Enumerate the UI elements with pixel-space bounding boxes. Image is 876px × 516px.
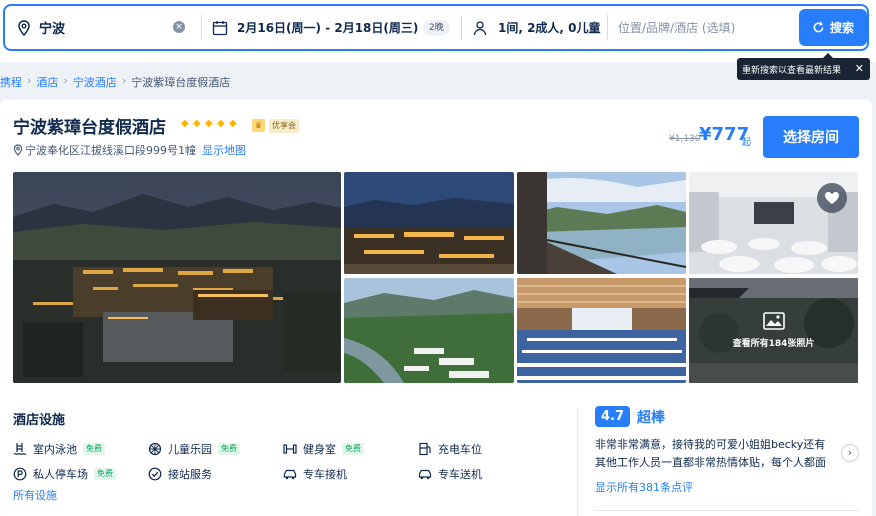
view-all-photos-label: 查看所有184张照片 (732, 339, 815, 349)
select-room-button[interactable]: 选择房间 (763, 116, 859, 158)
divider (607, 15, 608, 40)
facility-label: 健身室 (303, 443, 336, 456)
facility-item: 儿童乐园 免费 (148, 441, 240, 457)
divider (461, 15, 462, 40)
member-badge: 优享会 (269, 119, 299, 133)
member-icon: ♛ (252, 119, 265, 132)
all-facilities-link[interactable]: 所有设施 (13, 487, 57, 503)
facility-label: 专车送机 (438, 468, 482, 481)
facility-label: 儿童乐园 (168, 443, 212, 456)
check-circle-icon (148, 467, 162, 481)
facility-item: 充电车位 (418, 441, 482, 457)
search-bar: 宁波 × 2月16日(周一) - 2月18日(周三) 2晚 1间, 2成人, 0… (0, 0, 876, 62)
divider (595, 510, 859, 511)
breadcrumb-separator: › (121, 74, 127, 87)
nights-badge: 2晚 (423, 20, 450, 36)
search-box: 宁波 × 2月16日(周一) - 2月18日(周三) 2晚 1间, 2成人, 0… (3, 4, 869, 51)
ev-charging-icon (419, 442, 431, 456)
show-map-link[interactable]: 显示地图 (202, 142, 246, 158)
calendar-icon (212, 6, 228, 49)
gallery-photo[interactable] (344, 172, 514, 274)
diamond-rating: ◆ ◆ ◆ ◆ ◆ (181, 118, 240, 129)
heart-icon (825, 192, 839, 204)
facility-item: 接站服务 (148, 466, 212, 482)
dropoff-car-icon (418, 469, 432, 480)
free-tag: 免费 (218, 443, 240, 455)
diamond-icon: ◆ (229, 118, 237, 129)
facility-item: 健身室 免费 (283, 441, 364, 457)
review-score: 4.7 (595, 406, 630, 427)
breadcrumb: 携程 › 酒店 › 宁波酒店 › 宁波紫璋台度假酒店 (0, 74, 230, 90)
divider (577, 408, 578, 516)
keyword-input[interactable] (618, 16, 793, 40)
refresh-tooltip: 重新搜索以查看最新结果 ✕ (737, 53, 870, 80)
favorite-button[interactable] (817, 183, 847, 213)
free-tag: 免费 (83, 443, 105, 455)
gallery-main-photo[interactable] (13, 172, 341, 383)
refresh-icon (813, 21, 824, 33)
hotel-name: 宁波紫璋台度假酒店 (13, 118, 166, 138)
hotel-address: 宁波奉化区江拔线溪口段999号1幢 显示地图 (13, 142, 246, 158)
location-pin-icon (17, 6, 33, 49)
free-tag: 免费 (94, 468, 116, 480)
gallery-photo[interactable] (517, 278, 686, 383)
address-text: 宁波奉化区江拔线溪口段999号1幢 (25, 144, 196, 157)
guests-selector[interactable]: 1间, 2成人, 0儿童 (498, 6, 601, 49)
location-pin-icon (13, 144, 23, 156)
all-reviews-link[interactable]: 显示所有381条点评 (595, 479, 693, 495)
diamond-icon: ◆ (217, 118, 225, 129)
free-tag: 免费 (342, 443, 364, 455)
search-button[interactable]: 搜索 (799, 9, 867, 46)
close-icon[interactable]: ✕ (855, 62, 864, 75)
diamond-icon: ◆ (205, 118, 213, 129)
breadcrumb-current: 宁波紫璋台度假酒店 (131, 76, 231, 89)
facility-item: 室内泳池 免费 (13, 441, 105, 457)
parking-icon (13, 467, 27, 481)
breadcrumb-link-city-hotels[interactable]: 宁波酒店 (73, 74, 117, 90)
facility-label: 接站服务 (168, 468, 212, 481)
image-icon (762, 312, 785, 330)
view-all-photos-button[interactable]: 查看所有184张照片 (689, 278, 858, 383)
original-price: ¥1,130 (669, 134, 701, 144)
playground-icon (148, 442, 162, 456)
facility-label: 室内泳池 (33, 443, 77, 456)
breadcrumb-link-hotels[interactable]: 酒店 (36, 74, 58, 90)
city-input[interactable]: 宁波 (39, 6, 65, 49)
facility-item: 专车接机 (283, 466, 347, 482)
review-snippet: 非常非常满意，接待我的可爱小姐姐becky还有其他工作人员一直都非常热情体贴，每… (595, 438, 826, 469)
pool-icon (13, 443, 27, 455)
gallery-photo[interactable] (344, 278, 514, 383)
facility-item: 专车送机 (418, 466, 482, 482)
facility-label: 专车接机 (303, 468, 347, 481)
diamond-icon: ◆ (193, 118, 201, 129)
pickup-car-icon (283, 469, 297, 480)
breadcrumb-separator: › (27, 74, 32, 87)
search-button-label: 搜索 (829, 21, 854, 35)
chevron-right-icon[interactable]: › (841, 444, 859, 462)
gym-icon (283, 444, 297, 454)
breadcrumb-link-ctrip[interactable]: 携程 (0, 74, 22, 90)
clear-city-icon[interactable]: × (173, 21, 185, 33)
price-suffix: 起 (742, 138, 752, 148)
facility-label: 充电车位 (438, 443, 482, 456)
breadcrumb-separator: › (63, 74, 68, 87)
facility-item: 私人停车场 免费 (13, 466, 116, 482)
facilities-title: 酒店设施 (13, 413, 66, 428)
date-range-picker[interactable]: 2月16日(周一) - 2月18日(周三) (237, 6, 418, 49)
diamond-icon: ◆ (181, 118, 189, 129)
divider (201, 15, 202, 40)
gallery-photo[interactable] (517, 172, 686, 274)
review-score-word: 超棒 (637, 410, 665, 426)
facility-label: 私人停车场 (33, 468, 88, 481)
person-icon (473, 6, 487, 49)
tooltip-text: 重新搜索以查看最新结果 (742, 65, 842, 76)
